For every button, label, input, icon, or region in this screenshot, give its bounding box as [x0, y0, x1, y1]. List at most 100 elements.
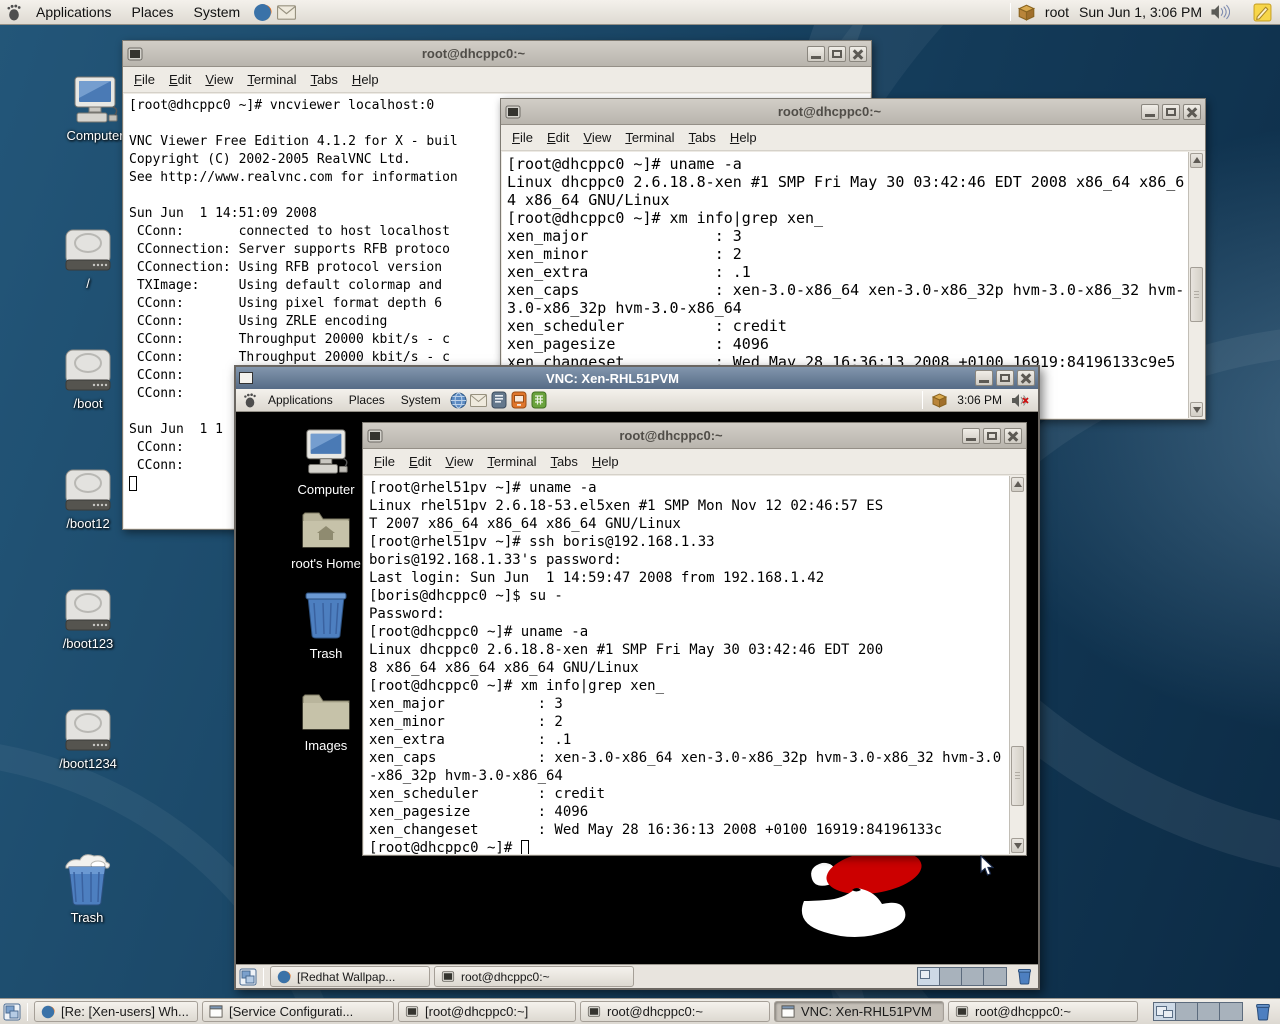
email-icon[interactable]	[469, 390, 489, 410]
menu-item[interactable]: Tabs	[681, 126, 722, 149]
menu-item[interactable]: File	[127, 68, 162, 91]
workspace-3[interactable]	[962, 968, 984, 985]
maximize-button[interactable]	[828, 46, 846, 62]
task-button-terminal-2[interactable]: root@dhcppc0:~	[580, 1001, 770, 1022]
ooo-impress-icon[interactable]	[509, 390, 529, 410]
show-desktop-icon[interactable]	[239, 968, 257, 986]
terminal2-titlebar[interactable]: root@dhcppc0:~	[501, 99, 1205, 125]
terminal-cursor	[129, 476, 137, 491]
scroll-down-button[interactable]	[1011, 838, 1024, 853]
task-button-terminal-3[interactable]: root@dhcppc0:~	[948, 1001, 1138, 1022]
workspace-4[interactable]	[984, 968, 1006, 985]
vnc-workspace-switcher[interactable]	[917, 967, 1007, 986]
gnome-foot-icon[interactable]	[4, 2, 24, 22]
maximize-button[interactable]	[996, 370, 1014, 386]
task-button-service-config[interactable]: [Service Configurati...	[202, 1001, 394, 1022]
vnc-terminal-window[interactable]: root@dhcppc0:~ FileEditViewTerminalTabsH…	[362, 422, 1027, 856]
workspace-3[interactable]	[1198, 1003, 1220, 1020]
scroll-up-button[interactable]	[1011, 477, 1024, 492]
menu-item[interactable]: View	[198, 68, 240, 91]
vnc-menu-applications[interactable]: Applications	[260, 390, 341, 410]
task-button-terminal-1[interactable]: [root@dhcppc0:~]	[398, 1001, 576, 1022]
menu-item[interactable]: Edit	[540, 126, 576, 149]
package-icon[interactable]	[929, 390, 949, 410]
scrollbar-thumb[interactable]	[1190, 267, 1203, 322]
vnc-viewer-window[interactable]: VNC: Xen-RHL51PVM Applications Places Sy…	[234, 365, 1040, 990]
minimize-button[interactable]	[807, 46, 825, 62]
menu-item[interactable]: Terminal	[480, 450, 543, 473]
desktop-icon-boot1234-volume[interactable]: /boot1234	[40, 708, 136, 771]
menu-item[interactable]: Tabs	[303, 68, 344, 91]
menu-system[interactable]: System	[186, 1, 249, 23]
ooo-calc-icon[interactable]	[529, 390, 549, 410]
close-button[interactable]	[849, 46, 867, 62]
menu-item[interactable]: View	[576, 126, 618, 149]
close-button[interactable]	[1183, 104, 1201, 120]
vnc-terminal-scrollbar[interactable]	[1009, 476, 1025, 854]
menu-item[interactable]: Tabs	[543, 450, 584, 473]
window-title: root@dhcppc0:~	[521, 104, 1138, 119]
package-icon[interactable]	[1017, 2, 1037, 22]
workspace-switcher[interactable]	[1153, 1002, 1243, 1021]
email-icon[interactable]	[276, 2, 296, 22]
volume-icon[interactable]	[1210, 2, 1230, 22]
menu-item[interactable]: Terminal	[618, 126, 681, 149]
menu-item[interactable]: Terminal	[240, 68, 303, 91]
ooo-writer-icon[interactable]	[489, 390, 509, 410]
scroll-up-button[interactable]	[1190, 153, 1203, 168]
menu-item[interactable]: Edit	[162, 68, 198, 91]
show-desktop-icon[interactable]	[3, 1003, 21, 1021]
scroll-down-button[interactable]	[1190, 402, 1203, 417]
workspace-1[interactable]	[918, 968, 940, 985]
desktop-icon-boot123-volume[interactable]: /boot123	[40, 588, 136, 651]
top-panel: Applications Places System root Sun Jun …	[0, 0, 1280, 25]
close-button[interactable]	[1004, 428, 1022, 444]
menu-applications[interactable]: Applications	[28, 1, 120, 23]
menu-item[interactable]: Edit	[402, 450, 438, 473]
task-button-vnc[interactable]: VNC: Xen-RHL51PVM	[774, 1001, 944, 1022]
firefox-icon[interactable]	[252, 2, 272, 22]
menu-item[interactable]: Help	[723, 126, 764, 149]
desktop-icon-trash[interactable]: Trash	[39, 850, 135, 925]
minimize-button[interactable]	[975, 370, 993, 386]
trash-applet-icon[interactable]	[1017, 968, 1035, 986]
menu-item[interactable]: Help	[585, 450, 626, 473]
menu-item[interactable]: File	[367, 450, 402, 473]
terminal2-scrollbar[interactable]	[1188, 152, 1204, 418]
minimize-button[interactable]	[1141, 104, 1159, 120]
globe-icon[interactable]	[449, 390, 469, 410]
menu-places[interactable]: Places	[124, 1, 182, 23]
panel-clock[interactable]: Sun Jun 1, 3:06 PM	[1077, 4, 1204, 20]
minimize-button[interactable]	[962, 428, 980, 444]
trash-applet-icon[interactable]	[1255, 1003, 1273, 1021]
vnc-task-button-terminal[interactable]: root@dhcppc0:~	[434, 966, 634, 987]
terminal-line: Linux rhel51pv 2.6.18-53.el5xen #1 SMP M…	[369, 497, 1007, 515]
terminal-cursor	[521, 840, 529, 854]
maximize-button[interactable]	[983, 428, 1001, 444]
workspace-2[interactable]	[1176, 1003, 1198, 1020]
vnc-terminal-menubar: FileEditViewTerminalTabsHelp	[363, 449, 1026, 475]
vnc-remote-desktop[interactable]: Applications Places System	[236, 389, 1038, 988]
vnc-menu-system[interactable]: System	[393, 390, 449, 410]
terminal-line: xen_caps : xen-3.0-x86_64 xen-3.0-x86_32…	[369, 749, 1007, 767]
task-button-xen-users[interactable]: [Re: [Xen-users] Wh...	[34, 1001, 198, 1022]
notes-icon[interactable]	[1252, 2, 1272, 22]
scrollbar-thumb[interactable]	[1011, 746, 1024, 806]
workspace-1[interactable]	[1154, 1003, 1176, 1020]
maximize-button[interactable]	[1162, 104, 1180, 120]
vnc-terminal-content[interactable]: [root@rhel51pv ~]# uname -aLinux rhel51p…	[364, 476, 1025, 854]
gnome-foot-icon[interactable]	[240, 390, 260, 410]
menu-item[interactable]: File	[505, 126, 540, 149]
vnc-panel-clock[interactable]: 3:06 PM	[955, 393, 1004, 407]
menu-item[interactable]: Help	[345, 68, 386, 91]
close-button[interactable]	[1017, 370, 1035, 386]
workspace-4[interactable]	[1220, 1003, 1242, 1020]
vnc-task-button-browser[interactable]: [Redhat Wallpap...	[270, 966, 430, 987]
vnc-titlebar[interactable]: VNC: Xen-RHL51PVM	[236, 367, 1038, 389]
vnc-terminal-titlebar[interactable]: root@dhcppc0:~	[363, 423, 1026, 449]
vnc-menu-places[interactable]: Places	[341, 390, 393, 410]
workspace-2[interactable]	[940, 968, 962, 985]
volume-muted-icon[interactable]	[1010, 390, 1030, 410]
menu-item[interactable]: View	[438, 450, 480, 473]
terminal1-titlebar[interactable]: root@dhcppc0:~	[123, 41, 871, 67]
